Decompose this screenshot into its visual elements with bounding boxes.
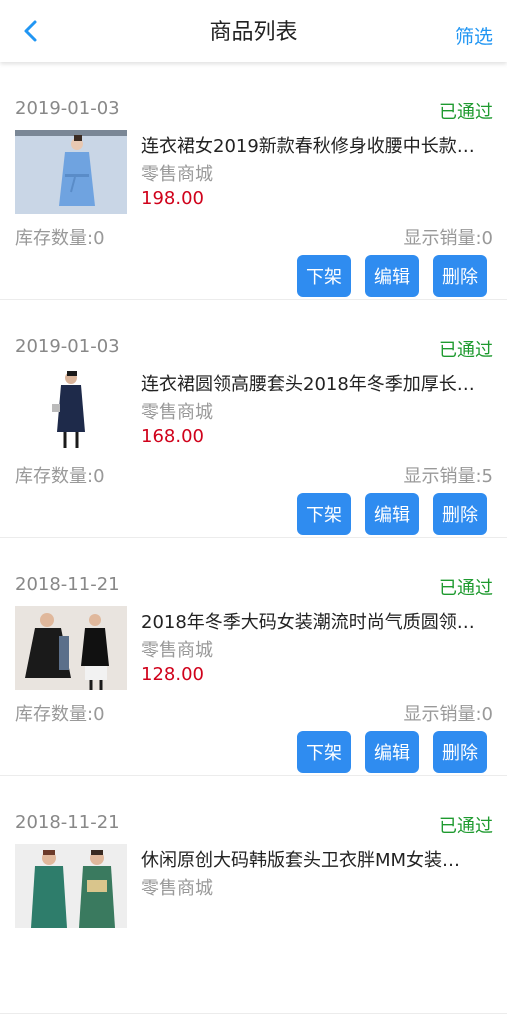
product-date: 2018-11-21 [15,812,120,833]
filter-button[interactable]: 筛选 [455,22,493,49]
delete-button[interactable]: 删除 [433,731,487,773]
product-list: 2019-01-03 已通过 连衣裙女2019新款春秋修身收腰中长款… 零售商城… [0,62,507,1014]
stock-count: 库存数量:0 [15,228,105,249]
product-thumbnail[interactable] [15,606,127,690]
unshelve-button[interactable]: 下架 [297,493,351,535]
delete-button[interactable]: 删除 [433,255,487,297]
product-price: 168.00 [141,426,204,447]
product-thumbnail[interactable] [15,368,127,452]
product-thumbnail[interactable] [15,130,127,214]
product-date: 2019-01-03 [15,98,120,119]
status-badge: 已通过 [439,816,493,837]
unshelve-button[interactable]: 下架 [297,255,351,297]
unshelve-button[interactable]: 下架 [297,731,351,773]
page-title: 商品列表 [209,20,298,45]
display-sales: 显示销量:0 [403,228,493,249]
action-buttons: 下架 编辑 删除 [297,731,487,773]
status-badge: 已通过 [439,578,493,599]
action-buttons: 下架 编辑 删除 [297,493,487,535]
edit-button[interactable]: 编辑 [365,493,419,535]
top-nav-bar: 商品列表 筛选 [0,0,507,62]
product-name[interactable]: 休闲原创大码韩版套头卫衣胖MM女装… [141,846,497,872]
shop-name: 零售商城 [141,640,213,661]
shop-name: 零售商城 [141,402,213,423]
product-name[interactable]: 连衣裙圆领高腰套头2018年冬季加厚长… [141,370,497,396]
product-thumbnail[interactable] [15,844,127,928]
product-date: 2018-11-21 [15,574,120,595]
stock-count: 库存数量:0 [15,704,105,725]
edit-button[interactable]: 编辑 [365,731,419,773]
product-card: 2019-01-03 已通过 连衣裙女2019新款春秋修身收腰中长款… 零售商城… [0,62,507,300]
display-sales: 显示销量:5 [403,466,493,487]
shop-name: 零售商城 [141,878,213,899]
product-price: 128.00 [141,664,204,685]
product-card: 2019-01-03 已通过 连衣裙圆领高腰套头2018年冬季加厚长… 零售商城… [0,300,507,538]
product-price: 198.00 [141,188,204,209]
delete-button[interactable]: 删除 [433,493,487,535]
display-sales: 显示销量:0 [403,704,493,725]
status-badge: 已通过 [439,340,493,361]
product-date: 2019-01-03 [15,336,120,357]
edit-button[interactable]: 编辑 [365,255,419,297]
stock-count: 库存数量:0 [15,466,105,487]
product-card: 2018-11-21 已通过 2018年冬季大码女装潮流时尚气质圆领… 零售商城… [0,538,507,776]
shop-name: 零售商城 [141,164,213,185]
product-card: 2018-11-21 已通过 休闲原创大码韩版套头卫衣胖MM女装… 零售商城 [0,776,507,1014]
product-name[interactable]: 连衣裙女2019新款春秋修身收腰中长款… [141,132,497,158]
action-buttons: 下架 编辑 删除 [297,255,487,297]
status-badge: 已通过 [439,102,493,123]
product-name[interactable]: 2018年冬季大码女装潮流时尚气质圆领… [141,608,497,634]
